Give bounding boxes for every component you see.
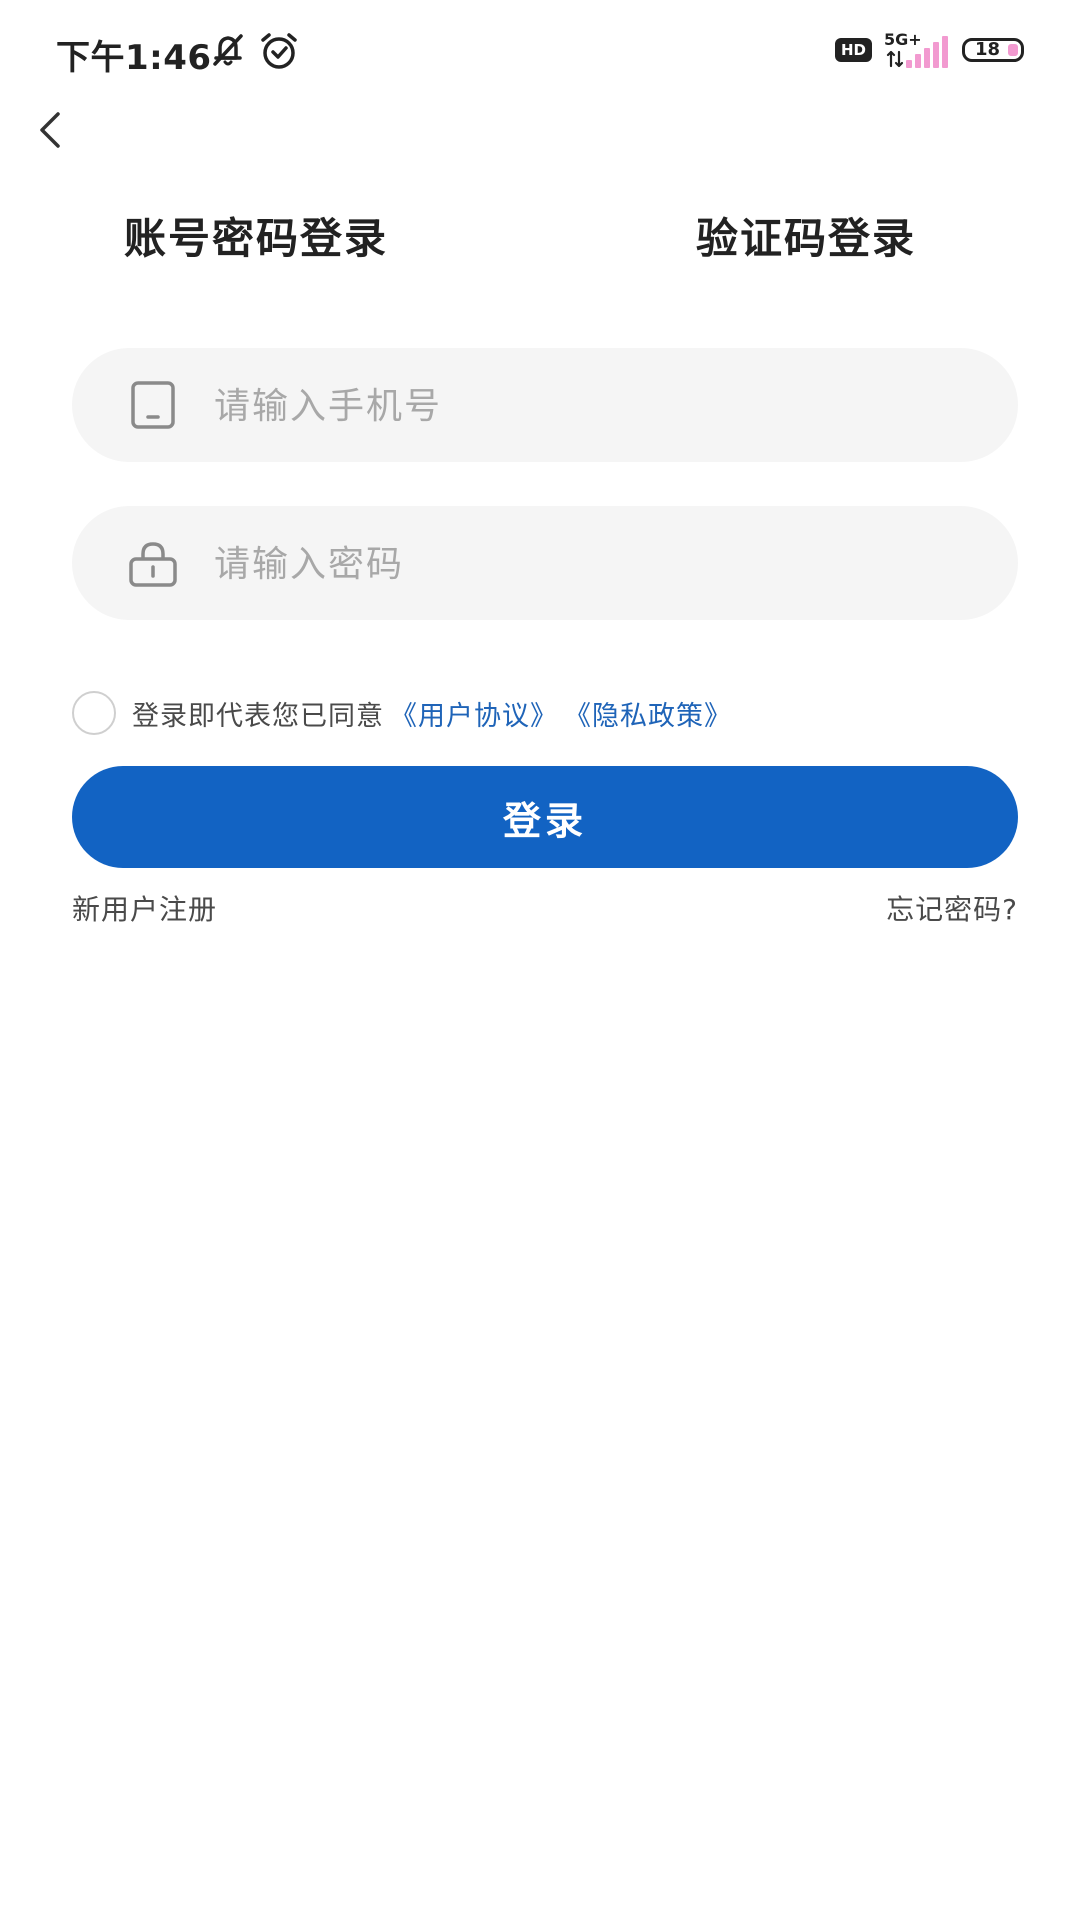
privacy-policy-link[interactable]: 《隐私政策》 [564,694,732,733]
status-right: HD 5G+ 18 [834,30,1024,70]
data-arrows-icon [886,50,904,68]
lock-icon [129,542,177,587]
signal-icon [906,36,948,68]
bell-off-icon [213,34,243,66]
forgot-password-link[interactable]: 忘记密码? [886,888,1018,928]
tab-sms-code-login[interactable]: 验证码登录 [696,205,916,266]
phone-input-container[interactable] [72,348,1018,464]
agreement-row: 登录即代表您已同意 《用户协议》 《隐私政策》 [72,688,732,738]
password-input[interactable] [212,506,978,622]
alarm-icon [261,33,297,69]
chevron-left-icon [40,112,60,148]
back-button[interactable] [28,106,76,154]
agreement-text: 登录即代表您已同意 [132,700,384,732]
phone-icon [131,381,175,429]
phone-input[interactable] [212,348,978,464]
register-link[interactable]: 新用户注册 [72,888,217,928]
battery-level: 18 [975,39,1001,60]
tab-account-password-login[interactable]: 账号密码登录 [124,205,388,266]
battery-icon: 18 [962,38,1024,62]
network-indicator: 5G+ [882,30,952,70]
login-button[interactable]: 登录 [72,766,1018,868]
status-time: 下午1:46 [56,38,212,78]
user-agreement-link[interactable]: 《用户协议》 [390,694,558,733]
hd-icon: HD [834,38,872,62]
battery-fill [1008,44,1018,56]
password-input-container[interactable] [72,506,1018,622]
agreement-checkbox[interactable] [72,691,116,735]
status-bar: 下午1:46 HD 5G+ 18 [0,0,1080,100]
